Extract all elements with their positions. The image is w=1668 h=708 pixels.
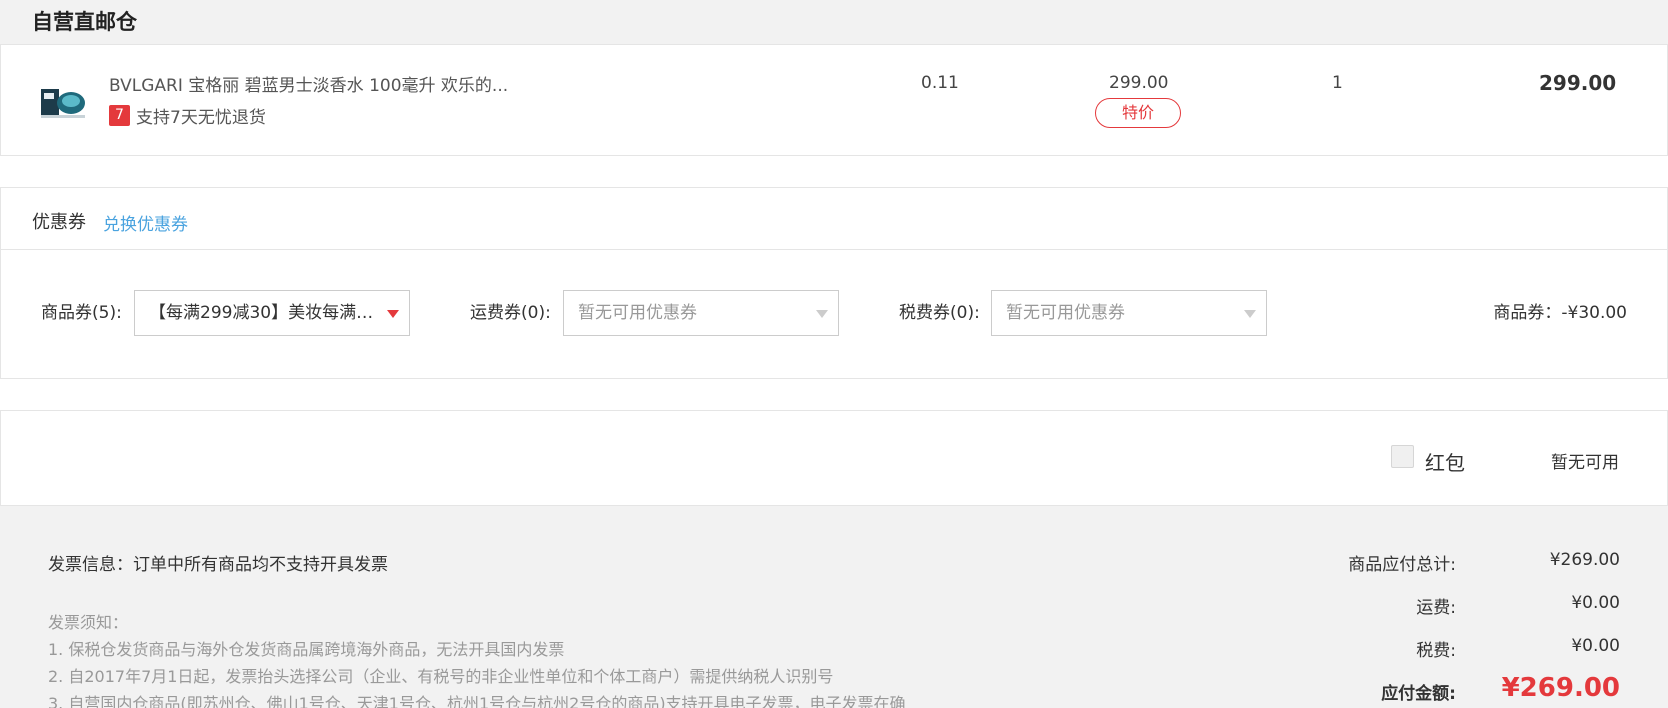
special-price-tag: 特价	[1095, 98, 1181, 128]
perfume-bottle-icon[interactable]	[39, 79, 87, 123]
payable-amount: ¥269.00	[1501, 673, 1620, 703]
chevron-down-icon	[816, 310, 828, 318]
shipping-coupon-select[interactable]: 暂无可用优惠券	[563, 290, 839, 336]
tax-value: ¥0.00	[1571, 636, 1620, 656]
invoice-notice-line: 1. 保税仓发货商品与海外仓发货商品属跨境海外商品，无法开具国内发票	[48, 640, 565, 659]
goods-total-value: ¥269.00	[1549, 550, 1620, 570]
exchange-coupon-link[interactable]: 兑换优惠券	[103, 210, 188, 235]
return-policy-text: 支持7天无忧退货	[136, 108, 266, 128]
shipping-value: ¥0.00	[1571, 593, 1620, 613]
goods-coupon-label: 商品券(5):	[41, 303, 122, 323]
invoice-notice-line: 2. 自2017年7月1日起，发票抬头选择公司（企业、有税号的非企业性单位和个体…	[48, 667, 834, 686]
warehouse-title: 自营直邮仓	[32, 10, 137, 34]
product-row: BVLGARI 宝格丽 碧蓝男士淡香水 100毫升 欢乐的... 7 支持7天无…	[0, 44, 1668, 156]
coupon-body: 商品券(5): 【每满299减30】美妆每满2... 运费券(0): 暂无可用优…	[1, 250, 1667, 378]
shipping-row: 运费: ¥0.00	[1068, 593, 1668, 623]
invoice-info: 发票信息：订单中所有商品均不支持开具发票	[48, 555, 388, 575]
tax-coupon-select[interactable]: 暂无可用优惠券	[991, 290, 1267, 336]
warehouse-header: 自营直邮仓	[0, 0, 1668, 44]
shipping-coupon-label: 运费券(0):	[470, 303, 551, 323]
goods-coupon-selected: 【每满299减30】美妆每满2...	[149, 303, 375, 323]
coupon-discount-summary: 商品券：-¥30.00	[1493, 303, 1627, 323]
tax-row: 税费: ¥0.00	[1068, 636, 1668, 666]
order-confirmation-page: 自营直邮仓 BVLGARI 宝格丽 碧蓝男士淡香水 100毫升 欢乐的... 7…	[0, 0, 1668, 708]
payable-row: 应付金额: ¥269.00	[1068, 673, 1668, 708]
goods-coupon-select[interactable]: 【每满299减30】美妆每满2...	[134, 290, 410, 336]
seven-day-return-icon: 7	[109, 105, 130, 126]
red-packet-status: 暂无可用	[1551, 453, 1619, 473]
payable-label: 应付金额:	[1381, 684, 1456, 704]
red-packet-checkbox[interactable]	[1391, 445, 1414, 468]
quantity: 1	[1332, 73, 1343, 93]
coupon-title: 优惠券	[32, 212, 86, 233]
return-policy-badge: 7 支持7天无忧退货	[109, 103, 266, 128]
product-name-link[interactable]: BVLGARI 宝格丽 碧蓝男士淡香水 100毫升 欢乐的...	[109, 71, 508, 96]
shipping-coupon-selected: 暂无可用优惠券	[578, 303, 697, 323]
red-packet-label: 红包	[1425, 451, 1465, 475]
chevron-down-icon	[1244, 310, 1256, 318]
goods-total-row: 商品应付总计: ¥269.00	[1068, 550, 1668, 580]
product-subtotal: 299.00	[1539, 71, 1617, 95]
invoice-notice-title: 发票须知：	[48, 613, 129, 632]
red-packet-section: 红包 暂无可用	[0, 410, 1668, 506]
invoice-notice-line: 3. 自营国内仓商品(即苏州仓、佛山1号仓、天津1号仓、杭州1号仓与杭州2号仓的…	[48, 694, 906, 708]
summary-section: 发票信息：订单中所有商品均不支持开具发票 发票须知： 1. 保税仓发货商品与海外…	[0, 506, 1668, 708]
shipping-label: 运费:	[1416, 598, 1456, 618]
tax-coupon-label: 税费券(0):	[899, 303, 980, 323]
tax-label: 税费:	[1416, 641, 1456, 661]
coupon-section: 优惠券 兑换优惠券 商品券(5): 【每满299减30】美妆每满2... 运费券…	[0, 187, 1668, 379]
invoice-notice: 发票须知： 1. 保税仓发货商品与海外仓发货商品属跨境海外商品，无法开具国内发票…	[48, 609, 906, 708]
tax-coupon-selected: 暂无可用优惠券	[1006, 303, 1125, 323]
unit-price: 299.00	[1109, 73, 1169, 93]
tax-rate: 0.11	[921, 73, 959, 93]
goods-total-label: 商品应付总计:	[1348, 555, 1456, 575]
chevron-down-icon	[387, 310, 399, 318]
coupon-header: 优惠券 兑换优惠券	[1, 188, 1667, 250]
